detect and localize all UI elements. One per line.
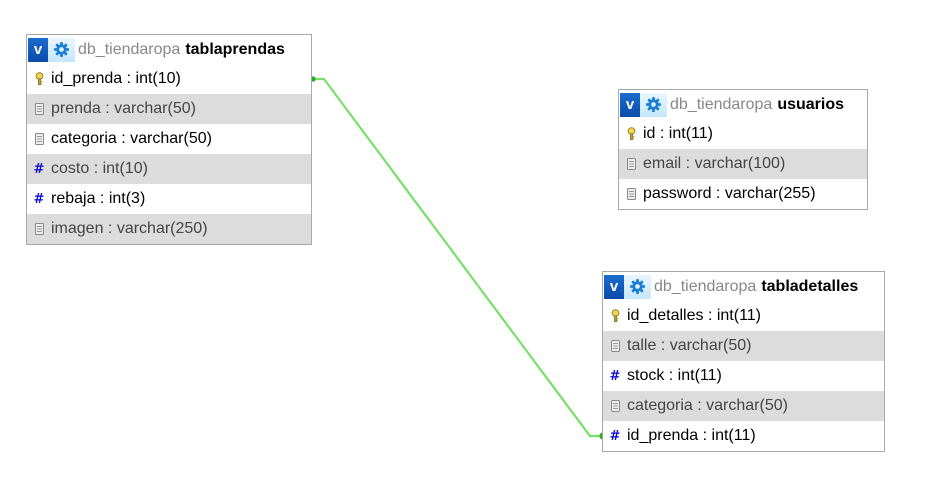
column-row[interactable]: prenda : varchar(50): [27, 94, 311, 124]
toggle-columns-button[interactable]: v: [604, 274, 624, 299]
column-label: id_prenda : int(11): [627, 427, 756, 444]
text-field-icon: [626, 158, 636, 170]
table-name: usuarios: [777, 95, 844, 113]
database-name: db_tiendaropa: [670, 95, 773, 113]
column-label: email : varchar(100): [643, 155, 786, 172]
hash-icon: #: [609, 368, 621, 384]
column-row[interactable]: # id_prenda : int(11): [603, 421, 884, 451]
relation-line[interactable]: [311, 77, 603, 438]
table-name: tabladetalles: [761, 277, 859, 295]
toggle-columns-button[interactable]: v: [620, 92, 640, 117]
text-field-icon: [610, 340, 620, 352]
database-name: db_tiendaropa: [78, 40, 181, 58]
column-row[interactable]: # rebaja : int(3): [27, 184, 311, 214]
hash-icon: #: [33, 191, 45, 207]
text-field-icon: [34, 133, 44, 145]
column-label: rebaja : int(3): [51, 190, 146, 207]
column-label: stock : int(11): [627, 367, 722, 384]
column-row[interactable]: id : int(11): [619, 119, 867, 149]
table-name: tablaprendas: [185, 40, 285, 58]
designer-canvas[interactable]: v db_tiendaropa tablaprendas id_prenda :…: [0, 0, 929, 489]
column-label: categoria : varchar(50): [627, 397, 788, 414]
text-field-icon: [610, 400, 620, 412]
table-usuarios[interactable]: v db_tiendaropa usuarios id : int(11) em…: [618, 89, 868, 210]
hash-icon: #: [609, 428, 621, 444]
hash-icon: #: [33, 161, 45, 177]
table-tabladetalles[interactable]: v db_tiendaropa tabladetalles id_detalle…: [602, 271, 885, 452]
column-row[interactable]: email : varchar(100): [619, 149, 867, 179]
column-label: id : int(11): [643, 125, 713, 142]
column-row[interactable]: categoria : varchar(50): [603, 391, 884, 421]
column-label: talle : varchar(50): [627, 337, 752, 354]
text-field-icon: [34, 103, 44, 115]
column-row[interactable]: imagen : varchar(250): [27, 214, 311, 244]
column-row[interactable]: password : varchar(255): [619, 179, 867, 209]
column-row[interactable]: categoria : varchar(50): [27, 124, 311, 154]
column-row[interactable]: # costo : int(10): [27, 154, 311, 184]
gear-icon[interactable]: [624, 274, 651, 299]
column-label: id_detalles : int(11): [627, 307, 761, 324]
column-label: costo : int(10): [51, 160, 148, 177]
column-row[interactable]: talle : varchar(50): [603, 331, 884, 361]
column-label: categoria : varchar(50): [51, 130, 212, 147]
text-field-icon: [626, 188, 636, 200]
key-icon: [626, 127, 636, 141]
key-icon: [34, 72, 44, 86]
table-header[interactable]: v db_tiendaropa tabladetalles: [603, 272, 884, 301]
column-label: password : varchar(255): [643, 185, 816, 202]
column-row[interactable]: id_prenda : int(10): [27, 64, 311, 94]
key-icon: [610, 309, 620, 323]
table-tablaprendas[interactable]: v db_tiendaropa tablaprendas id_prenda :…: [26, 34, 312, 245]
table-header[interactable]: v db_tiendaropa tablaprendas: [27, 35, 311, 64]
column-label: prenda : varchar(50): [51, 100, 196, 117]
toggle-columns-button[interactable]: v: [28, 37, 48, 62]
column-label: id_prenda : int(10): [51, 70, 181, 87]
column-label: imagen : varchar(250): [51, 220, 208, 237]
table-header[interactable]: v db_tiendaropa usuarios: [619, 90, 867, 119]
gear-icon[interactable]: [48, 37, 75, 62]
column-row[interactable]: # stock : int(11): [603, 361, 884, 391]
text-field-icon: [34, 223, 44, 235]
database-name: db_tiendaropa: [654, 277, 757, 295]
column-row[interactable]: id_detalles : int(11): [603, 301, 884, 331]
gear-icon[interactable]: [640, 92, 667, 117]
